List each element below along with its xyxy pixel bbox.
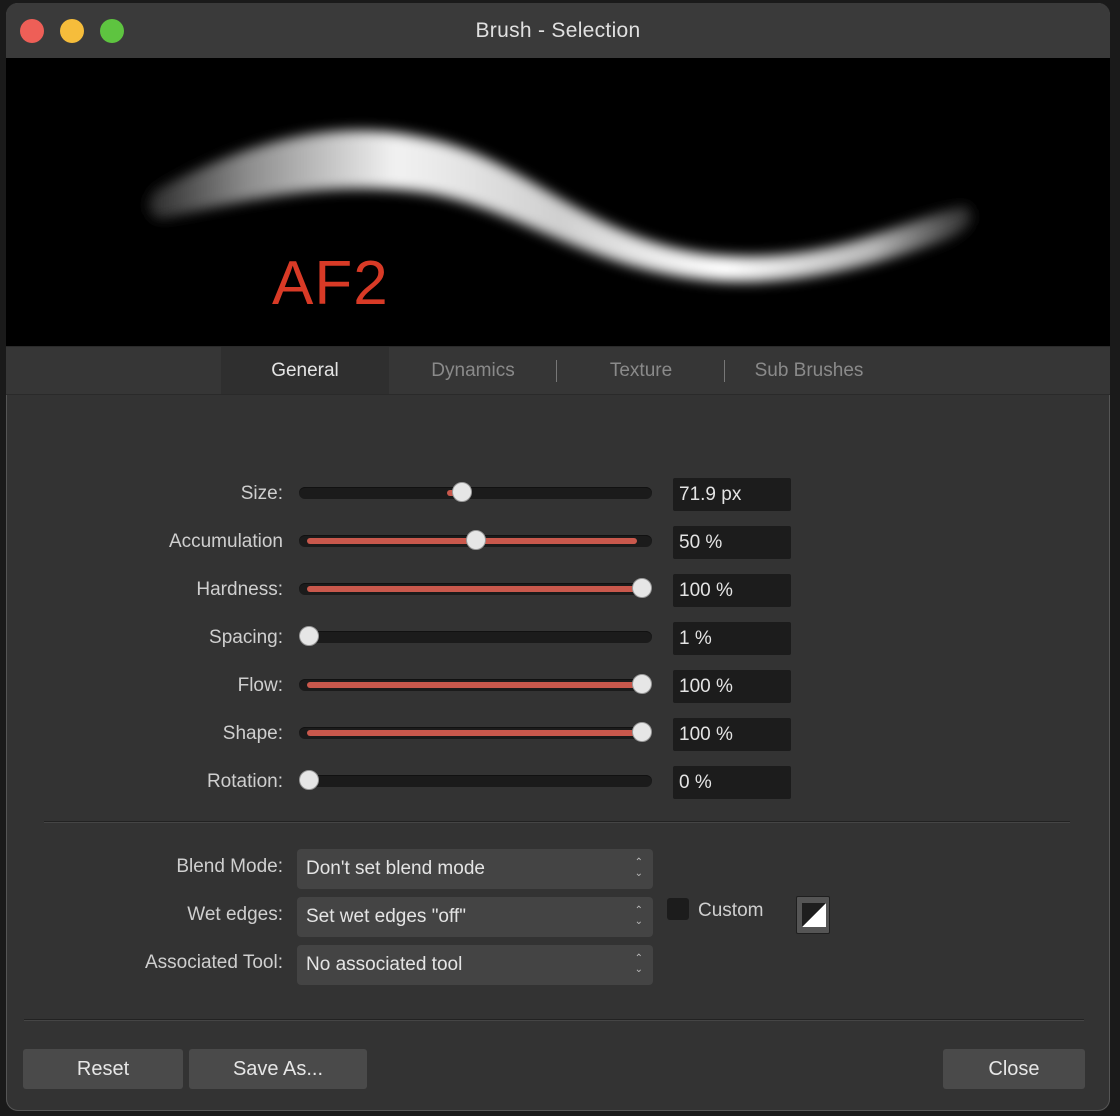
slider-thumb[interactable] [632, 722, 652, 742]
size-label: Size: [240, 483, 283, 504]
associated-tool-label: Associated Tool: [144, 952, 283, 973]
hardness-slider[interactable] [299, 578, 652, 598]
slider-fill [307, 586, 644, 592]
tab-texture[interactable]: Texture [557, 347, 725, 394]
footer-divider [24, 1019, 1084, 1021]
accumulation-value-field[interactable]: 50 % [673, 526, 791, 559]
flow-value-field[interactable]: 100 % [673, 670, 791, 703]
accumulation-slider[interactable] [299, 530, 652, 550]
rotation-slider[interactable] [299, 770, 652, 790]
slider-thumb[interactable] [465, 530, 486, 550]
hardness-label: Hardness: [196, 579, 283, 600]
slider-thumb[interactable] [299, 626, 319, 646]
shape-slider[interactable] [299, 722, 652, 742]
rotation-label: Rotation: [206, 771, 283, 792]
title-bar[interactable]: Brush - Selection [6, 3, 1110, 58]
chevron-updown-icon: ⌃ ⌄ [634, 953, 643, 975]
spacing-value-field[interactable]: 1 % [673, 622, 791, 655]
brush-selection-window: Brush - Selection AF2 General Dynamics T… [6, 3, 1110, 1111]
tab-bar: General Dynamics Texture Sub Brushes [6, 346, 1110, 395]
flow-label: Flow: [237, 675, 283, 696]
hardness-value-field[interactable]: 100 % [673, 574, 791, 607]
shape-value-field[interactable]: 100 % [673, 718, 791, 751]
preview-label: AF2 [272, 249, 389, 318]
spacing-slider[interactable] [299, 626, 652, 646]
size-value-field[interactable]: 71.9 px [673, 478, 791, 511]
blend-mode-value: Don't set blend mode [306, 858, 485, 879]
window-title: Brush - Selection [475, 19, 641, 42]
save-as-button[interactable]: Save As... [189, 1049, 367, 1089]
chevron-updown-icon: ⌃ ⌄ [634, 857, 643, 879]
slider-thumb[interactable] [632, 674, 652, 694]
flow-slider[interactable] [299, 674, 652, 694]
custom-label: Custom [698, 900, 764, 921]
slider-fill [307, 730, 644, 736]
shape-label: Shape: [222, 723, 283, 744]
spacing-label: Spacing: [209, 627, 283, 648]
accumulation-label: Accumulation [168, 531, 283, 552]
associated-tool-value: No associated tool [306, 954, 463, 975]
custom-checkbox[interactable] [667, 898, 689, 920]
slider-thumb[interactable] [632, 578, 652, 598]
chevron-updown-icon: ⌃ ⌄ [634, 905, 643, 927]
tab-sub-brushes[interactable]: Sub Brushes [725, 347, 893, 394]
blend-mode-select[interactable]: Don't set blend mode ⌃ ⌄ [297, 849, 653, 889]
slider-fill [307, 682, 644, 688]
wet-edges-select[interactable]: Set wet edges "off" ⌃ ⌄ [297, 897, 653, 937]
curve-icon [802, 903, 826, 927]
section-divider [44, 821, 1070, 823]
reset-button[interactable]: Reset [23, 1049, 183, 1089]
tab-general[interactable]: General [221, 347, 389, 394]
size-slider[interactable] [299, 482, 652, 502]
rotation-value-field[interactable]: 0 % [673, 766, 791, 799]
blend-mode-label: Blend Mode: [176, 856, 283, 877]
brush-stroke-preview [148, 130, 972, 282]
wet-edges-label: Wet edges: [187, 904, 283, 925]
brush-preview: AF2 [6, 58, 1110, 346]
wet-edges-curve-button[interactable] [796, 896, 830, 934]
wet-edges-value: Set wet edges "off" [306, 906, 466, 927]
associated-tool-select[interactable]: No associated tool ⌃ ⌄ [297, 945, 653, 985]
tab-dynamics[interactable]: Dynamics [389, 347, 557, 394]
close-button[interactable]: Close [943, 1049, 1085, 1089]
slider-thumb[interactable] [452, 482, 473, 502]
slider-thumb[interactable] [299, 770, 319, 790]
